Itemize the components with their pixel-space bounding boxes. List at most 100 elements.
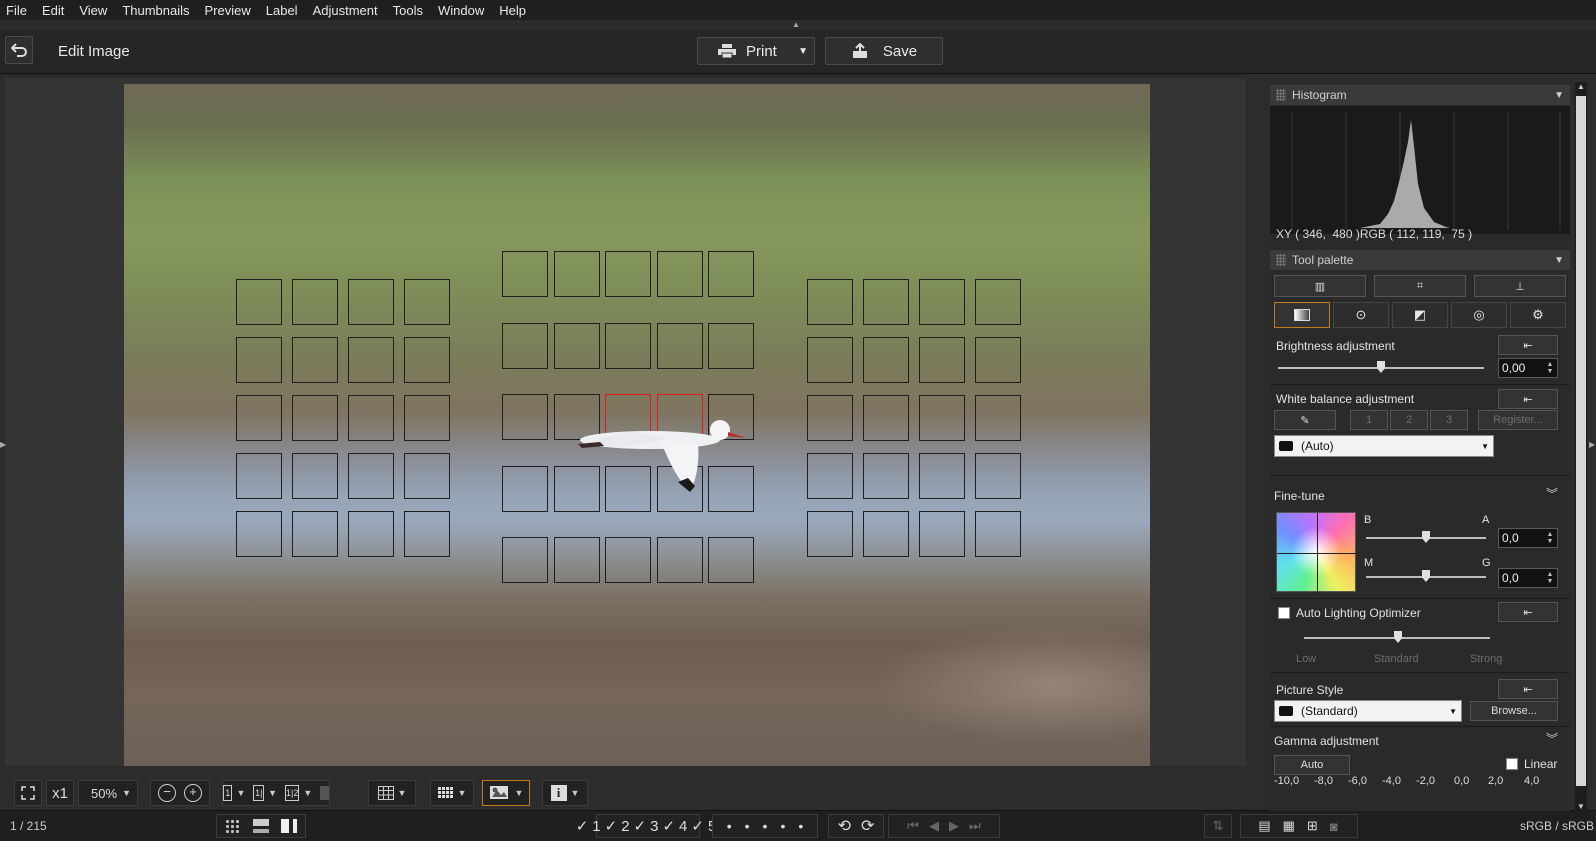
chevron-down-icon[interactable]: ▼ — [268, 788, 277, 798]
picture-style-select[interactable]: (Standard) ▼ — [1274, 700, 1462, 722]
scroll-down-icon[interactable]: ▼ — [1577, 802, 1585, 811]
rating-3[interactable]: ✓3 — [634, 817, 663, 835]
menu-file[interactable]: File — [0, 3, 36, 18]
brightness-slider-thumb[interactable] — [1377, 361, 1385, 373]
menu-label[interactable]: Label — [260, 3, 307, 18]
print-dropdown-icon[interactable]: ▼ — [798, 46, 808, 57]
tab-basic[interactable] — [1274, 302, 1330, 328]
collapse-toolbar-icon[interactable]: ▲ — [792, 20, 800, 29]
rating-4[interactable]: ✓4 — [662, 817, 691, 835]
chevron-down-icon[interactable]: ▼ — [303, 788, 312, 798]
af-point-display-button[interactable]: ▼ — [430, 780, 474, 806]
highlight-warning-button[interactable]: ▼ — [482, 780, 530, 806]
gamma-auto-button[interactable]: Auto — [1274, 755, 1350, 775]
histogram-header[interactable]: Histogram ▼ — [1270, 85, 1570, 105]
tab-tone-curve[interactable]: ◩ — [1392, 302, 1448, 328]
back-button[interactable] — [5, 36, 33, 64]
save-button[interactable]: Save — [825, 37, 943, 65]
info-button[interactable]: i ▼ — [542, 780, 588, 806]
zoom-select[interactable]: 50% ▼ — [78, 780, 138, 806]
grid-overlay-button[interactable]: ▼ — [368, 780, 416, 806]
brightness-reset-button[interactable]: ⇤ — [1498, 335, 1558, 355]
last-image-icon[interactable]: ⏭ — [969, 818, 991, 834]
thumbnail-grid-icon[interactable] — [225, 819, 241, 833]
brightness-value-field[interactable]: 0,00 ▲ ▼ — [1498, 358, 1558, 378]
fit-to-window-button[interactable] — [14, 780, 42, 806]
alo-checkbox[interactable] — [1278, 607, 1290, 619]
menu-tools[interactable]: Tools — [387, 3, 432, 18]
wb-preset-3[interactable]: 3 — [1430, 410, 1468, 430]
rotate-left-icon[interactable]: ⟲ — [838, 816, 851, 836]
prev-image-icon[interactable]: ◀ — [929, 818, 949, 834]
sort-icon[interactable]: ⇅ — [1204, 814, 1232, 838]
rating-buttons[interactable]: ✓1✓2✓3✓4✓5 — [576, 814, 716, 838]
edit-view-icon[interactable] — [281, 819, 297, 833]
next-image-icon[interactable]: ▶ — [949, 818, 969, 834]
collapse-icon[interactable]: ︾ — [1546, 730, 1558, 747]
spinner-icon[interactable]: ▲ ▼ — [1545, 571, 1555, 585]
spinner-icon[interactable]: ▲ ▼ — [1545, 361, 1555, 375]
rating-1[interactable]: ✓1 — [576, 817, 605, 835]
tab-detail[interactable]: ⊙ — [1333, 302, 1389, 328]
chevron-down-icon[interactable]: ▼ — [1554, 255, 1564, 266]
menu-window[interactable]: Window — [432, 3, 493, 18]
alo-reset-button[interactable]: ⇤ — [1498, 602, 1558, 622]
blue-amber-slider-thumb[interactable] — [1422, 531, 1430, 543]
scroll-up-icon[interactable]: ▲ — [1577, 82, 1585, 91]
menu-preview[interactable]: Preview — [199, 3, 260, 18]
zoom-actual-size-button[interactable]: x1 — [46, 780, 74, 806]
histogram-toggle-icon[interactable]: ▦ — [1283, 818, 1307, 834]
single-view-icon[interactable]: 1 — [223, 785, 233, 801]
panel-scrollbar[interactable]: ▲ ▼ — [1575, 82, 1587, 811]
star-rating-buttons[interactable]: ••••• — [712, 814, 818, 838]
dual-view-icon[interactable]: 1|2 — [285, 785, 300, 801]
scrollbar-thumb[interactable] — [1576, 96, 1586, 786]
blue-amber-value-field[interactable]: 0,0 ▲ ▼ — [1498, 528, 1558, 548]
preview-image[interactable] — [124, 84, 1150, 766]
right-panel-toggle-icon[interactable]: ▶ — [1589, 440, 1595, 449]
menu-thumbnails[interactable]: Thumbnails — [116, 3, 198, 18]
magenta-green-value-field[interactable]: 0,0 ▲ ▼ — [1498, 568, 1558, 588]
magenta-green-slider-thumb[interactable] — [1422, 570, 1430, 582]
camera-icon[interactable]: ◙ — [1330, 819, 1350, 834]
menu-adjustment[interactable]: Adjustment — [307, 3, 387, 18]
tab-crop[interactable]: ⌗ — [1374, 275, 1466, 297]
compare-icon[interactable] — [320, 786, 329, 800]
split-view-icon[interactable]: 1| — [253, 785, 265, 801]
wb-register-button[interactable]: Register... — [1478, 410, 1558, 430]
left-panel-toggle-icon[interactable]: ▶ — [0, 440, 6, 449]
collapse-icon[interactable]: ︾ — [1546, 485, 1558, 502]
first-image-icon[interactable]: ⏮ — [907, 818, 929, 834]
white-balance-select[interactable]: (Auto) ▼ — [1274, 435, 1494, 457]
zoom-in-icon[interactable]: + — [184, 784, 202, 802]
chevron-down-icon[interactable]: ▼ — [1554, 90, 1564, 101]
tab-color[interactable]: ◎ — [1451, 302, 1507, 328]
wb-preset-2[interactable]: 2 — [1390, 410, 1428, 430]
rating-2[interactable]: ✓2 — [605, 817, 634, 835]
menu-edit[interactable]: Edit — [36, 3, 73, 18]
menu-help[interactable]: Help — [493, 3, 535, 18]
picture-style-reset-button[interactable]: ⇤ — [1498, 679, 1558, 699]
alo-slider-thumb[interactable] — [1394, 631, 1402, 643]
palette-toggle-icon[interactable]: ▤ — [1258, 818, 1282, 834]
fine-tune-color-grid[interactable] — [1276, 512, 1357, 593]
filmstrip-view-icon[interactable] — [253, 819, 269, 833]
navigator-toggle-icon[interactable]: ⊞ — [1307, 818, 1330, 834]
white-balance-reset-button[interactable]: ⇤ — [1498, 389, 1558, 409]
wb-preset-1[interactable]: 1 — [1350, 410, 1388, 430]
drag-grip-icon[interactable] — [1276, 89, 1286, 101]
white-balance-eyedropper-button[interactable]: ✎ — [1274, 410, 1336, 430]
spinner-icon[interactable]: ▲ ▼ — [1545, 531, 1555, 545]
chevron-down-icon[interactable]: ▼ — [236, 788, 245, 798]
linear-checkbox[interactable] — [1506, 758, 1518, 770]
tab-settings[interactable]: ⚙ — [1510, 302, 1566, 328]
tab-adjust-image[interactable]: ▥ — [1274, 275, 1366, 297]
drag-grip-icon[interactable] — [1276, 254, 1286, 266]
tab-output[interactable]: ⊥ — [1474, 275, 1566, 297]
print-button[interactable]: Print ▼ — [697, 37, 815, 65]
rotate-right-icon[interactable]: ⟳ — [861, 816, 874, 836]
zoom-out-icon[interactable]: − — [158, 784, 176, 802]
menu-view[interactable]: View — [73, 3, 116, 18]
tool-palette-header[interactable]: Tool palette ▼ — [1270, 250, 1570, 270]
picture-style-browse-button[interactable]: Browse... — [1470, 701, 1558, 721]
